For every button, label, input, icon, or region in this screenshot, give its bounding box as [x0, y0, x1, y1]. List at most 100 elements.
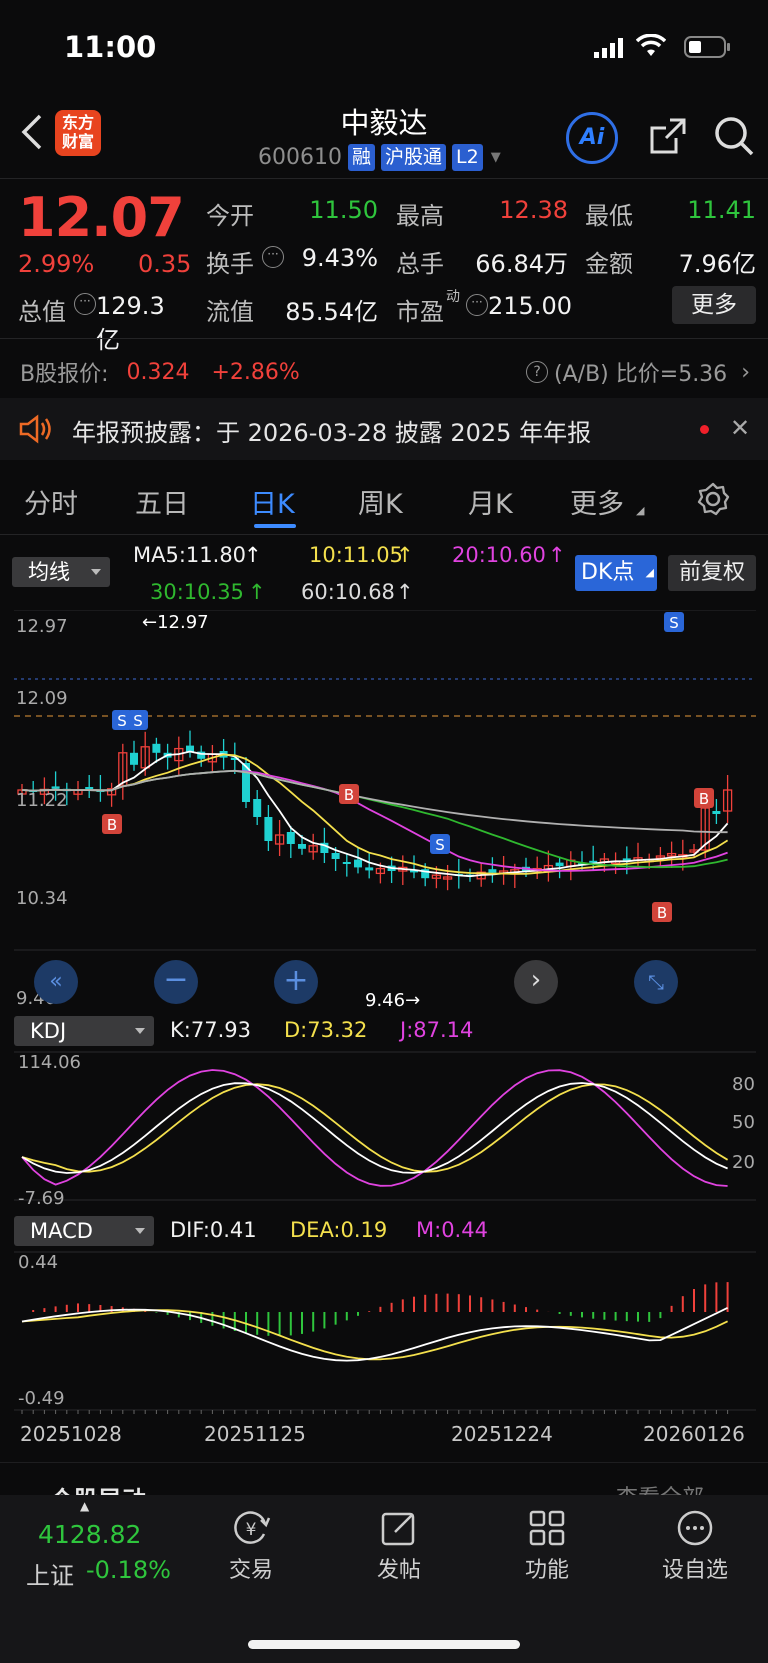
chevron-down-icon: ▼ — [490, 150, 501, 165]
turnover-label: 换手 — [206, 250, 254, 278]
settings-gear-icon[interactable] — [696, 482, 730, 520]
stock-code-row[interactable]: 600610 融 沪股通 L2 ▼ — [258, 144, 501, 171]
info-icon[interactable]: ··· — [466, 294, 488, 316]
market-cap-value: 129.3亿 — [96, 292, 165, 354]
view-all-link[interactable]: 查看全部 — [616, 1480, 704, 1496]
dk-point-label: DK点 — [581, 560, 635, 585]
info-icon[interactable]: ··· — [74, 293, 96, 315]
pe-label: 市盈 — [396, 298, 444, 326]
x-date-2: 20251125 — [204, 1422, 306, 1446]
info-icon[interactable]: ··· — [262, 246, 284, 268]
low-marker: 9.46→ — [365, 990, 421, 1011]
kdj-level-50: 50 — [732, 1112, 755, 1133]
zoom-out-button[interactable]: − — [154, 960, 198, 1004]
macd-y-top: 0.44 — [18, 1252, 59, 1273]
home-indicator — [248, 1640, 520, 1649]
arrow-up-icon: ↑ — [248, 580, 266, 604]
share-icon[interactable] — [648, 116, 688, 156]
kdj-j: J:87.14 — [400, 1018, 474, 1042]
candle-body — [365, 867, 374, 871]
tab-five-day[interactable]: 五日 — [135, 482, 189, 521]
tab-more[interactable]: 更多 — [570, 482, 624, 521]
more-button[interactable]: 更多 — [672, 286, 756, 324]
candle-body — [712, 811, 721, 814]
ma10-label: 10:11.05 — [309, 543, 403, 567]
kline-chart[interactable]: S SBSBSBB — [0, 610, 768, 1010]
nav-functions[interactable]: 功能 — [492, 1508, 602, 1584]
scroll-right-button[interactable]: › — [514, 960, 558, 1004]
arrow-up-icon: ↑ — [396, 543, 414, 567]
volume-value: 66.84万 — [475, 250, 568, 278]
index-value[interactable]: 4128.82 — [38, 1520, 141, 1549]
signal-badge-label: S — [133, 712, 143, 730]
signal-badge-label: S — [435, 836, 445, 854]
signal-icon — [594, 38, 624, 62]
ma-line — [21, 753, 729, 875]
macd-line — [21, 1309, 728, 1361]
notice-text: 年报预披露：于 2026-03-28 披露 2025 年年报 — [72, 419, 592, 447]
section-title[interactable]: 个股异动 — [50, 1480, 146, 1496]
zoom-in-button[interactable]: + — [274, 960, 318, 1004]
battery-icon — [684, 36, 732, 62]
notice-bar[interactable]: 年报预披露：于 2026-03-28 披露 2025 年年报 ✕ — [0, 398, 768, 460]
index-pct: -0.18% — [86, 1556, 171, 1584]
ma30-label: 30:10.35 — [150, 580, 244, 604]
arrow-up-icon: ↑ — [548, 543, 566, 567]
signal-badge-label: B — [107, 816, 117, 834]
open-value: 11.50 — [309, 196, 378, 224]
candle-body — [488, 869, 497, 873]
ma-indicator-dropdown[interactable]: 均线 — [12, 557, 110, 587]
chevron-right-icon: › — [741, 359, 750, 385]
caret-up-icon: ▲ — [80, 1499, 90, 1513]
nav-trade-label: 交易 — [228, 1558, 273, 1583]
tab-weekly-k[interactable]: 周K — [358, 482, 403, 521]
change-amount: 0.35 — [138, 250, 192, 278]
candle-body — [51, 786, 60, 789]
tab-intraday[interactable]: 分时 — [24, 482, 78, 521]
unread-dot — [700, 425, 709, 434]
dk-point-button[interactable]: DK点 ◢ — [575, 555, 657, 591]
tab-daily-k[interactable]: 日K — [250, 482, 295, 521]
signal-badge-label: S — [669, 614, 679, 632]
x-date-3: 20251224 — [451, 1422, 553, 1446]
nav-post[interactable]: 发帖 — [344, 1508, 454, 1584]
change-percent: 2.99% — [18, 250, 95, 278]
ab-ratio: (A/B) 比价=5.36 — [554, 362, 728, 387]
wifi-icon — [635, 33, 667, 62]
edit-icon — [379, 1508, 419, 1548]
candle-body — [342, 862, 351, 864]
macd-dropdown[interactable]: MACD — [14, 1216, 154, 1246]
b-share-pct: +2.86% — [211, 359, 300, 385]
fullscreen-button[interactable]: ⤡ — [634, 960, 678, 1004]
float-cap-value: 85.54亿 — [285, 298, 378, 326]
x-date-1: 20251028 — [20, 1422, 122, 1446]
svg-text:¥: ¥ — [246, 1520, 257, 1540]
adjust-button[interactable]: 前复权 — [668, 555, 756, 591]
low-value: 11.41 — [687, 196, 756, 224]
candle-body — [555, 862, 564, 867]
low-label: 最低 — [585, 202, 633, 230]
volume-label: 总手 — [396, 250, 444, 278]
candle-body — [354, 859, 362, 868]
nav-add-watchlist[interactable]: 设自选 — [640, 1508, 750, 1584]
nav-trade[interactable]: ¥ 交易 — [196, 1508, 306, 1584]
high-label: 最高 — [396, 202, 444, 230]
y-label-top: 12.97 — [16, 616, 68, 637]
tab-monthly-k[interactable]: 月K — [468, 482, 513, 521]
tag-margin: 融 — [347, 144, 375, 171]
kdj-dropdown[interactable]: KDJ — [14, 1016, 154, 1046]
scroll-left-button[interactable]: « — [34, 960, 78, 1004]
x-date-4: 20260126 — [643, 1422, 745, 1446]
candle-body — [286, 832, 295, 844]
search-icon[interactable] — [712, 114, 756, 158]
close-icon[interactable]: ✕ — [730, 414, 750, 442]
macd-line — [21, 1306, 728, 1362]
stock-code: 600610 — [258, 145, 342, 170]
last-price: 12.07 — [18, 186, 185, 249]
candle-body — [264, 817, 273, 841]
b-share-price: 0.324 — [126, 359, 190, 385]
kdj-level-80: 80 — [732, 1074, 755, 1095]
market-cap-label: 总值 — [18, 298, 66, 326]
b-share-row[interactable]: B股报价: 0.324 +2.86% ? (A/B) 比价=5.36 › — [20, 356, 750, 388]
ai-assistant-button[interactable]: Ai — [566, 112, 618, 164]
